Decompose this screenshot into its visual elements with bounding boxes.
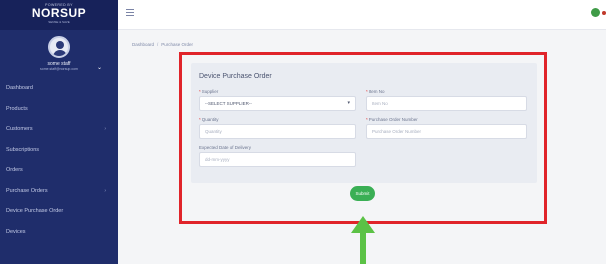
sidebar: POWERED BY NORSUP SENSE & SAVE some staf… — [0, 0, 118, 264]
user-avatar-icon[interactable] — [591, 8, 600, 17]
brand-name: NORSUP — [31, 6, 87, 20]
avatar — [48, 36, 70, 58]
brand-logo[interactable]: POWERED BY NORSUP SENSE & SAVE — [0, 0, 118, 30]
sidebar-item-device-purchase-order[interactable]: Device Purchase Order — [0, 201, 118, 222]
breadcrumb-current: Purchase Order — [161, 42, 194, 47]
sidebar-item-label: Subscriptions — [6, 146, 40, 153]
chevron-down-icon[interactable]: ⌄ — [97, 64, 102, 71]
sidebar-item-label: Customers — [6, 126, 33, 132]
arrow-shaft — [360, 232, 366, 264]
breadcrumb-separator: / — [157, 42, 159, 47]
sidebar-item-subscriptions[interactable]: Subscriptions — [0, 140, 118, 161]
top-bar — [118, 0, 606, 30]
hamburger-menu-icon[interactable] — [126, 9, 134, 18]
sidebar-item-dashboard[interactable]: Dashboard — [0, 78, 118, 99]
sidebar-item-label: Purchase Orders — [6, 187, 48, 194]
chevron-right-icon: › — [104, 126, 106, 132]
sidebar-item-label: Dashboard — [6, 85, 33, 91]
chevron-right-icon: › — [104, 187, 106, 194]
sidebar-item-purchase-orders[interactable]: Purchase Orders › — [0, 181, 118, 202]
breadcrumb-home[interactable]: Dashboard — [132, 42, 154, 47]
sidebar-item-label: Products — [6, 105, 28, 112]
brand-subtitle: SENSE & SAVE — [48, 20, 70, 24]
highlight-box — [179, 52, 547, 224]
sidebar-item-label: Orders — [6, 167, 23, 173]
sidebar-item-label: Devices — [6, 228, 26, 235]
sidebar-item-label: Device Purchase Order — [6, 208, 64, 214]
user-panel[interactable]: some staff some.staff@norsup.com ⌄ — [0, 30, 118, 78]
arrow-up-icon — [351, 216, 375, 233]
breadcrumb: Dashboard / Purchase Order — [132, 42, 193, 47]
sidebar-item-products[interactable]: Products — [0, 99, 118, 120]
notification-dot-icon[interactable] — [602, 11, 606, 15]
sidebar-item-orders[interactable]: Orders — [0, 160, 118, 181]
sidebar-nav: Dashboard Products Customers › Subscripti… — [0, 78, 118, 242]
sidebar-item-customers[interactable]: Customers › — [0, 119, 118, 140]
sidebar-item-devices[interactable]: Devices — [0, 222, 118, 243]
